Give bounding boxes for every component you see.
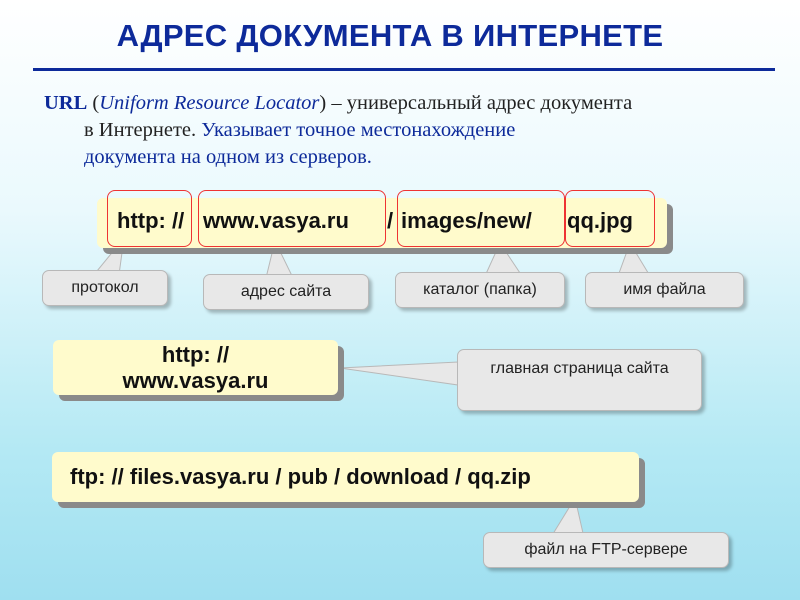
ftp-url-text: ftp: // files.vasya.ru / pub / download … — [70, 464, 531, 489]
callout-protocol: протокол — [42, 270, 168, 306]
home-url-line-2: www.vasya.ru — [122, 368, 269, 393]
site-frame — [198, 190, 386, 247]
protocol-frame — [107, 190, 192, 247]
ftp-url-box: ftp: // files.vasya.ru / pub / download … — [52, 452, 639, 502]
home-url-box: http: // www.vasya.ru — [53, 340, 338, 395]
file-frame — [565, 190, 655, 247]
callout-catalog: каталог (папка) — [395, 272, 565, 308]
catalog-frame — [397, 190, 565, 247]
home-pointer — [339, 361, 459, 386]
home-url-line-1: http: // — [161, 342, 230, 367]
home-url-text: http: // www.vasya.ru — [53, 342, 338, 394]
callout-file: имя файла — [585, 272, 744, 308]
callout-home-page: главная страница сайта — [457, 349, 702, 411]
callout-site: адрес сайта — [203, 274, 369, 310]
callout-ftp: файл на FTP-сервере — [483, 532, 729, 568]
url-separator: / — [387, 208, 394, 233]
